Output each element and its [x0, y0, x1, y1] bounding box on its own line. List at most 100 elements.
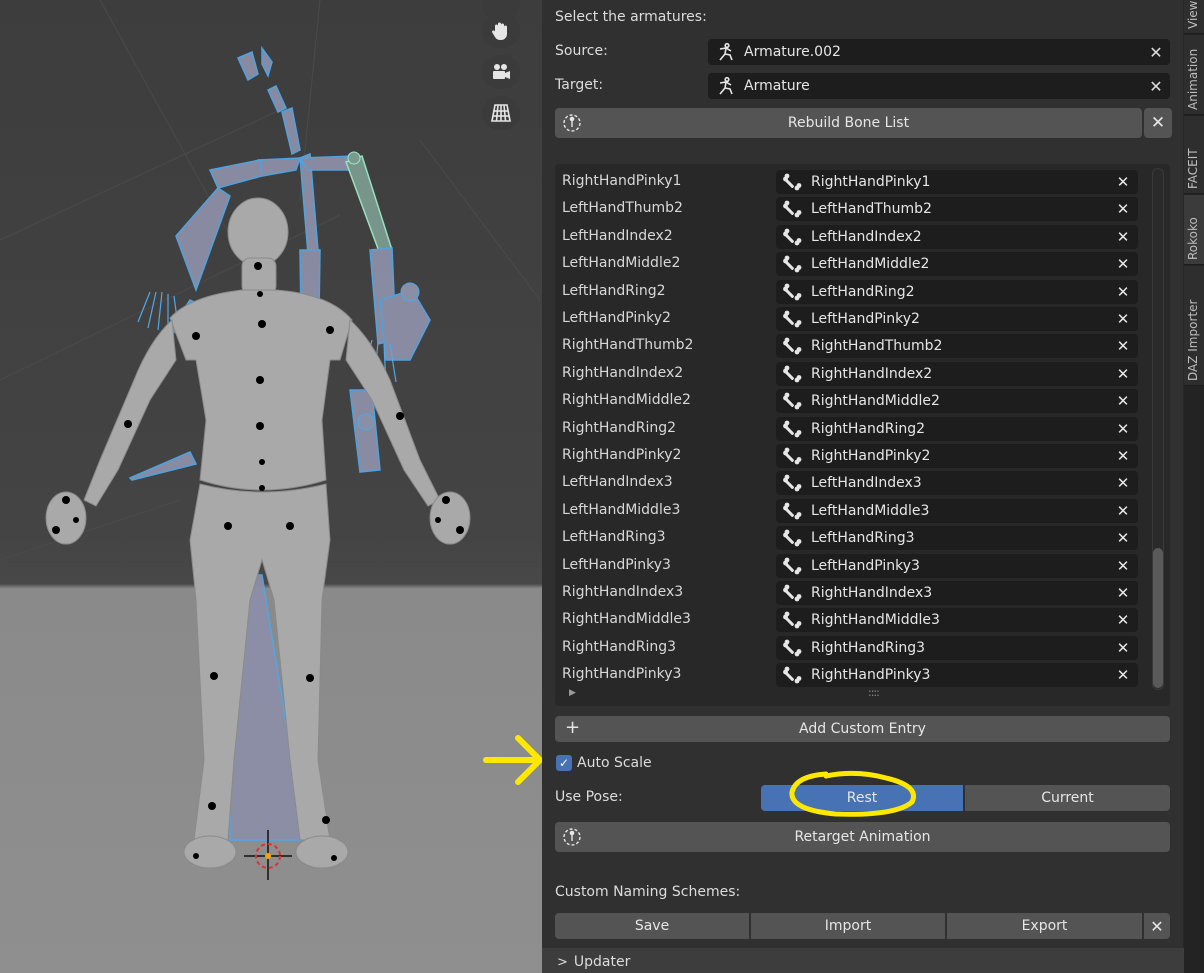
bone-source-name: RightHandIndex3 [562, 584, 684, 600]
3d-viewport[interactable] [0, 0, 542, 973]
bone-target-field[interactable]: LeftHandMiddle2 ✕ [776, 252, 1138, 277]
bone-target-field[interactable]: RightHandThumb2 ✕ [776, 334, 1138, 359]
list-expand-icon[interactable]: ▶ [569, 688, 576, 698]
bone-target-field[interactable]: LeftHandIndex3 ✕ [776, 471, 1138, 496]
add-custom-entry-label: Add Custom Entry [799, 721, 926, 737]
bone-target-field[interactable]: LeftHandRing2 ✕ [776, 279, 1138, 304]
bone-target-field[interactable]: RightHandPinky1 ✕ [776, 170, 1138, 194]
clear-bone-icon[interactable]: ✕ [1108, 529, 1138, 547]
import-button[interactable]: Import [751, 913, 945, 939]
bone-icon [783, 474, 802, 492]
bone-source-name: RightHandIndex2 [562, 364, 684, 381]
auto-scale-label[interactable]: Auto Scale [577, 755, 652, 771]
bone-icon [783, 173, 802, 191]
bone-target-field[interactable]: RightHandPinky3 ✕ [776, 663, 1138, 688]
bone-target-field[interactable]: LeftHandPinky3 ✕ [776, 553, 1138, 578]
target-label: Target: [555, 77, 604, 93]
perspective-grid-icon[interactable] [482, 96, 520, 130]
rebuild-close-button[interactable]: ✕ [1144, 108, 1172, 138]
bone-icon [783, 420, 802, 437]
bone-target-value: LeftHandMiddle3 [811, 502, 930, 519]
bone-target-value: LeftHandMiddle2 [811, 256, 930, 273]
bone-icon [783, 447, 802, 465]
clear-bone-icon[interactable]: ✕ [1108, 584, 1138, 602]
camera-icon[interactable] [482, 55, 520, 89]
bone-source-name: LeftHandPinky2 [562, 310, 671, 326]
list-resize-handle-icon[interactable]: :::: [868, 686, 880, 699]
bone-target-field[interactable]: RightHandRing2 ✕ [776, 416, 1138, 441]
hand-pan-icon[interactable] [482, 14, 520, 48]
bone-target-value: RightHandPinky1 [811, 174, 931, 190]
rebuild-bone-list-button[interactable]: Rebuild Bone List [555, 108, 1142, 138]
bone-target-field[interactable]: LeftHandPinky2 ✕ [776, 307, 1138, 331]
bone-target-field[interactable]: RightHandRing3 ✕ [776, 635, 1138, 660]
clear-bone-icon[interactable]: ✕ [1108, 447, 1138, 465]
bone-target-field[interactable]: RightHandPinky2 ✕ [776, 444, 1138, 468]
clear-bone-icon[interactable]: ✕ [1108, 173, 1138, 191]
clear-target-icon[interactable]: ✕ [1142, 77, 1170, 96]
bone-target-field[interactable]: LeftHandRing3 ✕ [776, 526, 1138, 551]
bone-target-field[interactable]: RightHandMiddle2 ✕ [776, 389, 1138, 414]
clear-bone-icon[interactable]: ✕ [1108, 283, 1138, 301]
clear-bone-icon[interactable]: ✕ [1108, 310, 1138, 328]
bone-source-name: LeftHandMiddle3 [562, 501, 681, 518]
rokoko-icon [563, 114, 581, 132]
clear-bone-icon[interactable]: ✕ [1108, 420, 1138, 438]
tab-animation[interactable]: Animation [1184, 35, 1204, 115]
bone-source-name: LeftHandPinky3 [562, 556, 671, 573]
tab-rokoko[interactable]: Rokoko [1184, 195, 1204, 265]
bone-target-value: LeftHandPinky3 [811, 557, 920, 574]
source-armature-field[interactable]: Armature.002 ✕ [708, 39, 1170, 65]
tab-faceit[interactable]: FACEIT [1184, 116, 1204, 194]
clear-bone-icon[interactable]: ✕ [1108, 255, 1138, 273]
clear-bone-icon[interactable]: ✕ [1108, 557, 1138, 575]
clear-bone-icon[interactable]: ✕ [1108, 228, 1138, 246]
clear-bone-icon[interactable]: ✕ [1108, 639, 1138, 657]
bone-target-field[interactable]: RightHandIndex2 ✕ [776, 361, 1138, 386]
bone-target-value: RightHandIndex3 [811, 585, 933, 601]
bone-icon [783, 310, 802, 328]
tab-daz-importer[interactable]: DAZ Importer [1184, 266, 1204, 386]
bone-icon [783, 228, 802, 246]
save-button[interactable]: Save [555, 913, 749, 939]
rebuild-bone-list-label: Rebuild Bone List [787, 115, 910, 131]
clear-bone-icon[interactable]: ✕ [1108, 365, 1138, 383]
bone-source-name: LeftHandIndex3 [562, 474, 673, 491]
bone-source-name: LeftHandIndex2 [562, 227, 673, 244]
bone-target-value: LeftHandIndex2 [811, 228, 922, 245]
bone-icon [783, 200, 802, 218]
retarget-animation-button[interactable]: Retarget Animation [555, 822, 1170, 852]
clear-bone-icon[interactable]: ✕ [1108, 502, 1138, 520]
clear-bone-icon[interactable]: ✕ [1108, 474, 1138, 492]
clear-bone-icon[interactable]: ✕ [1108, 200, 1138, 218]
bone-target-value: RightHandThumb2 [811, 338, 943, 355]
clear-bone-icon[interactable]: ✕ [1108, 337, 1138, 355]
bone-target-field[interactable]: RightHandIndex3 ✕ [776, 581, 1138, 605]
clear-bone-icon[interactable]: ✕ [1108, 666, 1138, 684]
bone-target-value: RightHandRing3 [811, 639, 926, 656]
bone-list-scroll-thumb[interactable] [1153, 548, 1163, 688]
updater-panel-header[interactable]: > Updater [543, 951, 1183, 973]
bone-source-name: RightHandPinky3 [562, 666, 682, 683]
target-armature-field[interactable]: Armature ✕ [708, 73, 1170, 99]
chevron-right-icon: > [557, 954, 568, 970]
add-custom-entry-button[interactable]: + Add Custom Entry [555, 716, 1170, 742]
bone-target-field[interactable]: LeftHandMiddle3 ✕ [776, 498, 1138, 523]
tab-view[interactable]: View [1184, 0, 1204, 34]
bone-target-value: RightHandPinky2 [811, 448, 931, 464]
clear-bone-icon[interactable]: ✕ [1108, 392, 1138, 410]
bone-target-field[interactable]: LeftHandIndex2 ✕ [776, 224, 1138, 249]
bone-source-name: RightHandPinky2 [562, 447, 682, 463]
bone-target-field[interactable]: LeftHandThumb2 ✕ [776, 197, 1138, 222]
rokoko-icon [563, 828, 581, 846]
bone-icon [783, 557, 802, 574]
bone-target-value: RightHandPinky3 [811, 667, 931, 684]
export-button[interactable]: Export [947, 913, 1142, 939]
bone-icon [783, 283, 802, 300]
clear-bone-icon[interactable]: ✕ [1108, 611, 1138, 629]
naming-close-button[interactable]: ✕ [1144, 913, 1170, 939]
auto-scale-checkbox[interactable]: ✓ [556, 755, 572, 771]
pose-option-current[interactable]: Current [965, 785, 1170, 811]
clear-source-icon[interactable]: ✕ [1142, 43, 1170, 62]
bone-target-field[interactable]: RightHandMiddle3 ✕ [776, 608, 1138, 633]
